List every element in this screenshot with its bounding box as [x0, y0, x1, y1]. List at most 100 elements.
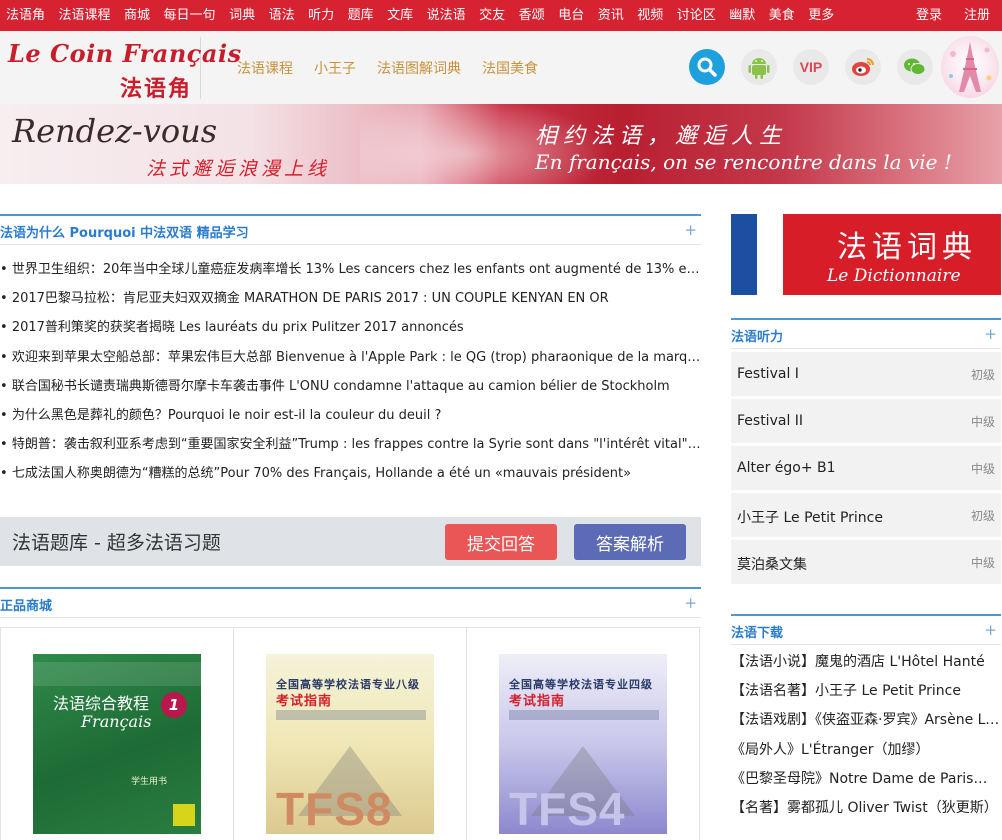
- question-bank-title[interactable]: 法语题库 - 超多法语习题: [12, 528, 221, 555]
- book-subtitle: 考试指南: [509, 694, 566, 709]
- site-header: Le Coin Français 法语角 法语课程 小王子 法语图解词典 法国美…: [0, 31, 1002, 104]
- product-card[interactable]: 全国高等学校法语专业四级 考试指南 TFS4: [466, 628, 700, 840]
- top-nav-item-friends[interactable]: 交友: [479, 0, 505, 31]
- site-logo[interactable]: Le Coin Français 法语角: [6, 37, 241, 102]
- header-nav-little-prince[interactable]: 小王子: [314, 58, 356, 78]
- top-nav-item-video[interactable]: 视频: [637, 0, 663, 31]
- vip-icon[interactable]: VIP: [793, 49, 829, 85]
- news-item[interactable]: • 联合国秘书长谴责瑞典斯德哥尔摩卡车袭击事件 L'ONU condamne l…: [0, 375, 702, 404]
- news-panel-title[interactable]: 法语为什么 Pourquoi 中法双语 精品学习: [0, 222, 249, 241]
- news-item-text[interactable]: 欢迎来到苹果太空船总部：苹果宏伟巨大总部 Bienvenue à l'Apple…: [12, 350, 702, 365]
- news-item-text[interactable]: 2017巴黎马拉松：肯尼亚夫妇双双摘金 MARATHON DE PARIS 20…: [12, 291, 609, 306]
- listening-item-name[interactable]: 莫泊桑文集: [737, 554, 807, 574]
- listening-item[interactable]: Alter égo+ B1 中级: [731, 446, 1001, 490]
- news-item-text[interactable]: 为什么黑色是葬礼的颜色？Pourquoi le noir est-il la c…: [12, 408, 442, 423]
- top-nav-item-courses[interactable]: 法语课程: [59, 0, 111, 31]
- book-code: TFS4: [509, 783, 626, 834]
- download-item[interactable]: 【法语小说】魔鬼的酒店 L'Hôtel Hanté: [731, 652, 1001, 681]
- top-nav-item-question-bank[interactable]: 题库: [348, 0, 374, 31]
- top-nav-item-listening[interactable]: 听力: [308, 0, 334, 31]
- login-link[interactable]: 登录: [916, 0, 942, 31]
- download-item[interactable]: 【法语名著】小王子 Le Petit Prince: [731, 681, 1001, 710]
- news-item-text[interactable]: 七成法国人称奥朗德为“糟糕的总统”Pour 70% des Français, …: [12, 466, 631, 481]
- downloads-panel-title[interactable]: 法语下载: [731, 622, 783, 641]
- downloads-list: 【法语小说】魔鬼的酒店 L'Hôtel Hanté 【法语名著】小王子 Le P…: [731, 652, 1001, 827]
- listening-item[interactable]: 莫泊桑文集 中级: [731, 540, 1001, 584]
- shop-more-icon[interactable]: +: [684, 594, 697, 612]
- answer-analysis-button[interactable]: 答案解析: [574, 524, 686, 560]
- product-card[interactable]: 全国高等学校法语专业八级 考试指南 TFS8: [233, 628, 467, 840]
- news-item[interactable]: • 欢迎来到苹果太空船总部：苹果宏伟巨大总部 Bienvenue à l'App…: [0, 346, 702, 375]
- book-cover-tfs4[interactable]: 全国高等学校法语专业四级 考试指南 TFS4: [499, 654, 667, 834]
- top-nav-item-forum[interactable]: 讨论区: [677, 0, 716, 31]
- news-item[interactable]: • 特朗普：袭击叙利亚系考虑到“重要国家安全利益”Trump : les fra…: [0, 433, 702, 462]
- top-nav-item-humor[interactable]: 幽默: [729, 0, 755, 31]
- news-item-text[interactable]: 2017普利策奖的获奖者揭晓 Les lauréats du prix Puli…: [12, 320, 464, 335]
- listening-item-level: 初级: [970, 368, 995, 382]
- listening-panel-title[interactable]: 法语听力: [731, 326, 783, 345]
- news-more-icon[interactable]: +: [684, 221, 697, 239]
- top-nav-item-speak-french[interactable]: 说法语: [427, 0, 466, 31]
- header-nav-picture-dictionary[interactable]: 法语图解词典: [377, 58, 461, 78]
- banner-title: Rendez-vous: [12, 112, 218, 150]
- listening-item-name[interactable]: Festival II: [737, 413, 803, 429]
- listening-item-name[interactable]: Festival I: [737, 366, 799, 382]
- book-cover-francais-1[interactable]: 法语综合教程 Français 1 学生用书: [33, 654, 201, 834]
- listening-item[interactable]: Festival I 初级: [731, 352, 1001, 396]
- downloads-more-icon[interactable]: +: [984, 621, 997, 639]
- news-item[interactable]: • 世界卫生组织：20年当中全球儿童癌症发病率增长 13% Les cancer…: [0, 258, 702, 287]
- book-title-cn: 法语综合教程: [53, 694, 150, 713]
- listening-item[interactable]: 小王子 Le Petit Prince 初级: [731, 493, 1001, 537]
- shop-panel-title[interactable]: 正品商城: [0, 595, 52, 614]
- header-nav-french-food[interactable]: 法国美食: [482, 58, 538, 78]
- header-nav-courses[interactable]: 法语课程: [237, 58, 293, 78]
- dictionary-banner[interactable]: 法语词典 Le Dictionnaire: [731, 214, 1001, 295]
- listening-item-level: 中级: [970, 462, 995, 476]
- android-icon[interactable]: [741, 49, 777, 85]
- news-item-text[interactable]: 特朗普：袭击叙利亚系考虑到“重要国家安全利益”Trump : les frapp…: [12, 437, 702, 452]
- book-code: TFS8: [276, 783, 393, 834]
- search-icon[interactable]: [689, 49, 725, 85]
- download-item[interactable]: 《局外人》L'Étranger（加缪）: [731, 740, 1001, 769]
- register-link[interactable]: 注册: [964, 0, 990, 31]
- weibo-icon[interactable]: [845, 49, 881, 85]
- top-nav-item-news[interactable]: 资讯: [598, 0, 624, 31]
- top-nav-item-radio[interactable]: 电台: [558, 0, 584, 31]
- wechat-icon[interactable]: [897, 49, 933, 85]
- eiffel-tower-avatar[interactable]: [941, 36, 999, 98]
- banner-french-slogan: En français, on se rencontre dans la vie…: [535, 150, 952, 174]
- listening-item[interactable]: Festival II 中级: [731, 399, 1001, 443]
- product-grid: 法语综合教程 Français 1 学生用书 全国高等学校法语专业八级 考试指南…: [0, 627, 701, 840]
- dictionary-title-fr: Le Dictionnaire: [827, 266, 961, 286]
- submit-answer-button[interactable]: 提交回答: [445, 524, 557, 560]
- top-nav-item-more[interactable]: 更多: [808, 0, 834, 31]
- top-nav-item-grammar[interactable]: 语法: [269, 0, 295, 31]
- top-nav-item-library[interactable]: 文库: [387, 0, 413, 31]
- publisher-logo-icon: [173, 804, 195, 826]
- product-card[interactable]: 法语综合教程 Français 1 学生用书: [0, 628, 234, 840]
- top-nav-item-home[interactable]: 法语角: [6, 0, 45, 31]
- top-nav-item-daily-sentence[interactable]: 每日一句: [164, 0, 216, 31]
- download-item[interactable]: 《巴黎圣母院》Notre Dame de Paris（雨果）: [731, 769, 1001, 798]
- news-item[interactable]: • 为什么黑色是葬礼的颜色？Pourquoi le noir est-il la…: [0, 404, 702, 433]
- listening-item-name[interactable]: Alter égo+ B1: [737, 460, 836, 476]
- news-item[interactable]: • 2017巴黎马拉松：肯尼亚夫妇双双摘金 MARATHON DE PARIS …: [0, 287, 702, 316]
- download-item[interactable]: 【名著】雾都孤儿 Oliver Twist（狄更斯）: [731, 798, 1001, 827]
- auth-links: 登录 注册: [894, 0, 990, 31]
- top-nav-item-shop[interactable]: 商城: [124, 0, 150, 31]
- listening-more-icon[interactable]: +: [984, 325, 997, 343]
- top-nav-item-food[interactable]: 美食: [769, 0, 795, 31]
- news-item-text[interactable]: 联合国秘书长谴责瑞典斯德哥尔摩卡车袭击事件 L'ONU condamne l'a…: [12, 379, 670, 394]
- news-item[interactable]: • 七成法国人称奥朗德为“糟糕的总统”Pour 70% des Français…: [0, 462, 702, 491]
- news-item[interactable]: • 2017普利策奖的获奖者揭晓 Les lauréats du prix Pu…: [0, 316, 702, 345]
- download-item[interactable]: 【法语戏剧】《侠盗亚森·罗宾》Arsène Lupin: [731, 710, 1001, 739]
- logo-french-text: Le Coin Français: [8, 39, 242, 68]
- listening-list: Festival I 初级 Festival II 中级 Alter égo+ …: [731, 352, 1001, 587]
- news-item-text[interactable]: 世界卫生组织：20年当中全球儿童癌症发病率增长 13% Les cancers …: [12, 262, 702, 277]
- top-nav-item-dictionary[interactable]: 词典: [229, 0, 255, 31]
- listening-item-name[interactable]: 小王子 Le Petit Prince: [737, 507, 883, 527]
- book-cover-tfs8[interactable]: 全国高等学校法语专业八级 考试指南 TFS8: [266, 654, 434, 834]
- rendez-vous-banner[interactable]: Rendez-vous 法式邂逅浪漫上线 相约法语，邂逅人生 En frança…: [0, 104, 1002, 184]
- listening-panel-header: 法语听力 +: [731, 318, 1001, 349]
- top-nav-item-chanson[interactable]: 香颂: [519, 0, 545, 31]
